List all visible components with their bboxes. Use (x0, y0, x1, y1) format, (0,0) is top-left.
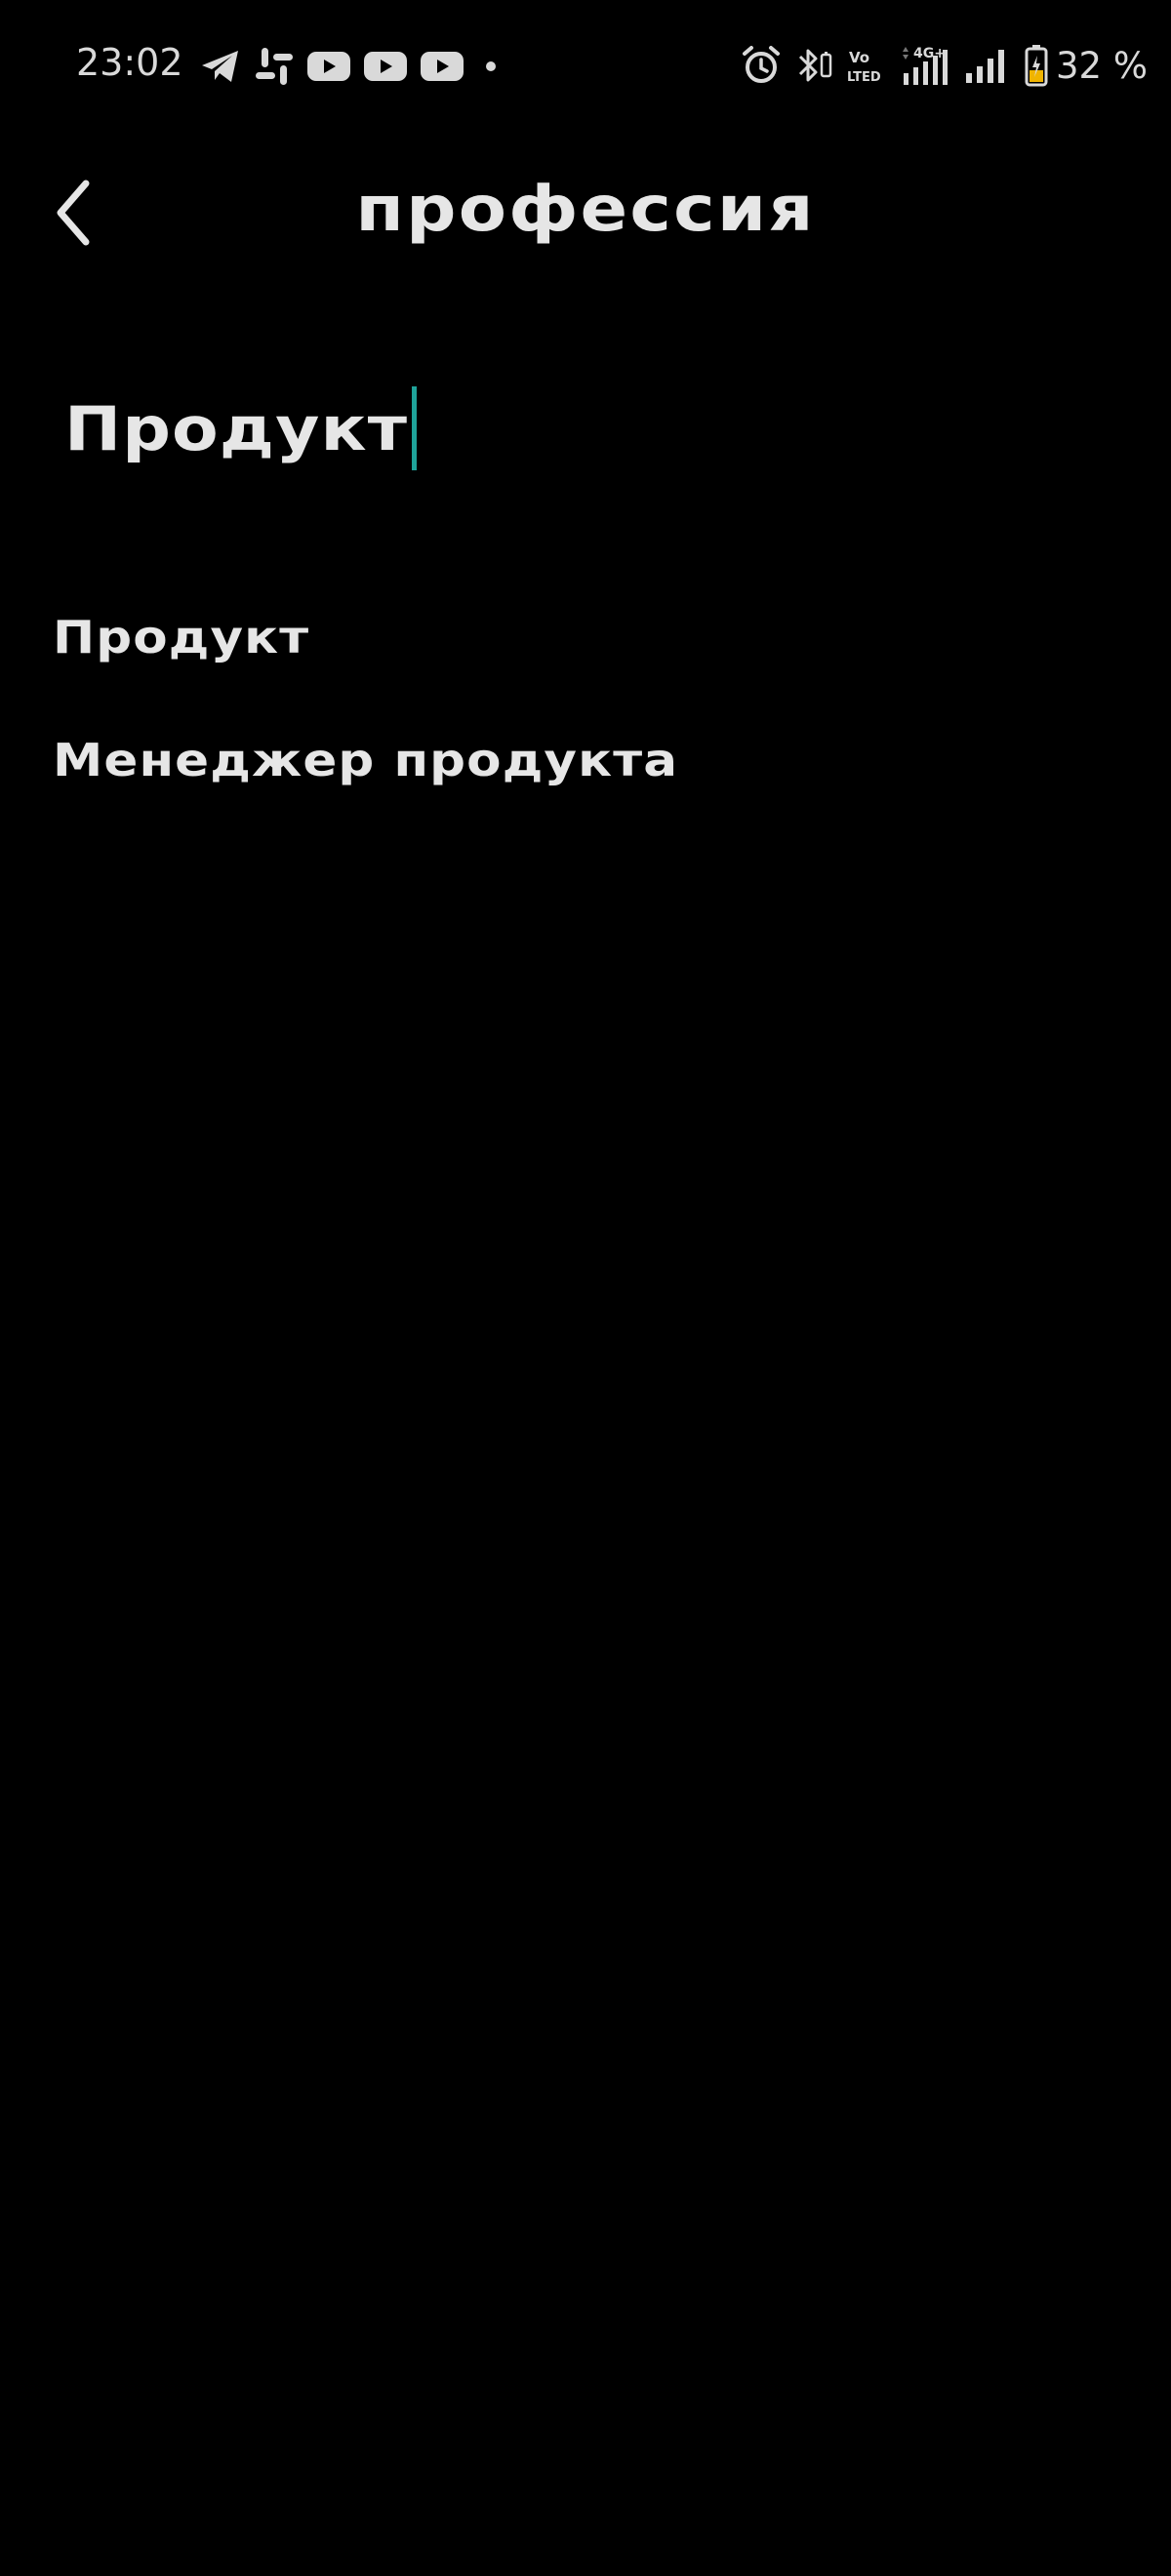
search-input-value[interactable]: Продукт (64, 393, 408, 464)
alarm-icon (742, 45, 781, 86)
header: профессия (0, 146, 1171, 283)
battery-charging-icon (1025, 44, 1048, 87)
slack-icon (254, 46, 295, 87)
search-input[interactable]: Продукт (64, 382, 1109, 474)
youtube-icon (420, 49, 464, 84)
status-time: 23:02 (76, 41, 183, 84)
status-bar: 23:02 Vo LTED 4G+ 32 % (0, 0, 1171, 131)
text-caret (412, 386, 418, 470)
suggestion-item[interactable]: Продукт (53, 576, 1126, 699)
dot-icon (476, 57, 505, 76)
signal-icon (964, 46, 1011, 85)
suggestion-list: Продукт Менеджер продукта (53, 576, 1126, 822)
svg-text:LTED: LTED (847, 70, 881, 85)
youtube-icon (363, 49, 408, 84)
svg-text:4G+: 4G+ (913, 46, 946, 61)
svg-text:Vo: Vo (849, 49, 869, 66)
youtube-icon (306, 49, 351, 84)
notification-icons (199, 43, 505, 90)
suggestion-item[interactable]: Менеджер продукта (53, 699, 1126, 822)
suggestion-label: Менеджер продукта (53, 734, 679, 786)
signal-4g-icon: 4G+ (900, 44, 950, 87)
bluetooth-icon (794, 45, 833, 86)
page-title: профессия (355, 174, 816, 246)
system-icons: Vo LTED 4G+ 32 % (742, 41, 1148, 90)
battery-percent: 32 % (1056, 44, 1148, 87)
suggestion-label: Продукт (53, 611, 310, 664)
telegram-icon (199, 47, 242, 86)
volte-icon: Vo LTED (847, 45, 886, 86)
